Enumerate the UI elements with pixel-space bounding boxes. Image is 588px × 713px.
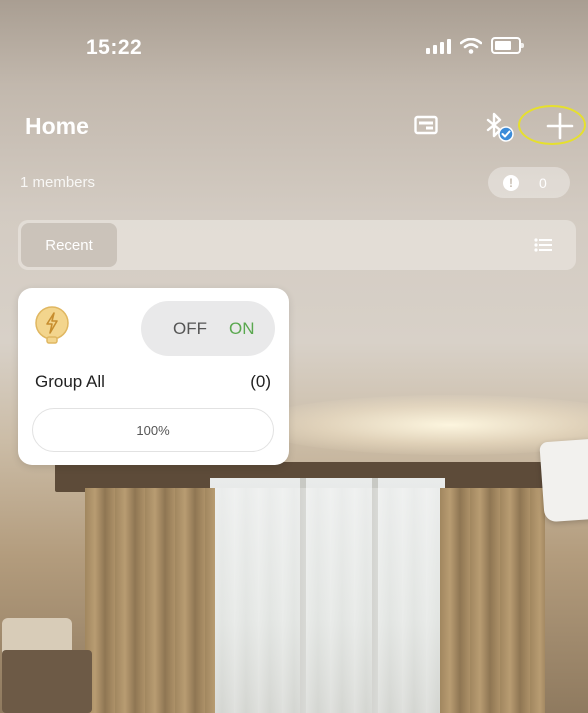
bluetooth-check-icon[interactable] [482, 111, 516, 143]
group-name: Group All [35, 372, 105, 391]
alert-button[interactable]: ! 0 [488, 167, 570, 198]
group-card[interactable]: OFF ON Group All (0) 100% [18, 288, 289, 465]
background-photo-sheer-curtain [210, 488, 445, 713]
list-icon[interactable] [534, 238, 552, 252]
brightness-slider[interactable]: 100% [32, 408, 274, 452]
power-toggle[interactable]: OFF ON [141, 301, 275, 356]
screen-icon[interactable] [414, 115, 438, 135]
background-photo-curtain-left [85, 488, 215, 713]
background-photo-curtain-right [440, 488, 545, 713]
tab-bar: Recent [18, 220, 576, 270]
toggle-off-label[interactable]: OFF [173, 319, 207, 339]
signal-icon [426, 38, 451, 54]
wifi-icon [460, 37, 482, 54]
toggle-on-label[interactable]: ON [229, 319, 255, 339]
background-photo-light [250, 395, 588, 455]
add-button-highlight [518, 105, 586, 145]
status-time: 15:22 [86, 36, 143, 59]
background-photo-ac-unit [539, 437, 588, 523]
tab-recent[interactable]: Recent [21, 223, 117, 267]
lightning-bulb-icon [35, 306, 69, 344]
status-icons [426, 37, 524, 54]
background-photo-lamp [2, 650, 92, 713]
members-count: 1 members [20, 174, 96, 191]
group-count: (0) [250, 372, 271, 391]
page-title: Home [25, 113, 89, 139]
battery-icon [491, 37, 524, 54]
exclamation-icon: ! [503, 174, 519, 191]
alert-count: 0 [539, 174, 547, 191]
status-bar: 15:22 [0, 0, 588, 90]
app-screen: 15:22 Home 1 members ! 0 Recent OFF ON G… [0, 0, 588, 713]
